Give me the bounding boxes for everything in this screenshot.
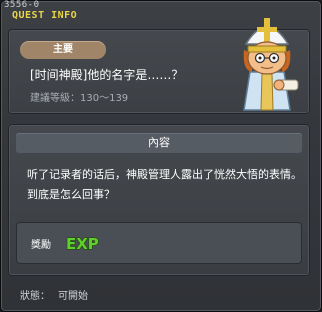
recommended-level: 建議等級：130～139 [30, 93, 129, 104]
status-value: 可開始 [58, 291, 88, 302]
window-title: QUEST INFO [12, 10, 78, 21]
exp-icon: EXP [65, 234, 99, 253]
quest-status: 狀態： 可開始 [20, 287, 88, 302]
quest-description: 听了记录者的话后，神殿管理人露出了恍然大悟的表情。到底是怎么回事？ [27, 168, 302, 201]
exp-icon-text: EXP [66, 235, 99, 253]
quest-id: 3556-0 [4, 0, 40, 10]
reward-label: 獎勵 [31, 240, 51, 251]
reward-box [16, 222, 302, 264]
content-section-header: 內容 [16, 133, 302, 153]
status-label: 狀態： [20, 291, 50, 302]
quest-name: [时间神殿]他的名字是……？ [30, 68, 184, 82]
npc-temple-keeper-icon [243, 18, 299, 111]
quest-category-badge: 主要 [20, 41, 106, 59]
